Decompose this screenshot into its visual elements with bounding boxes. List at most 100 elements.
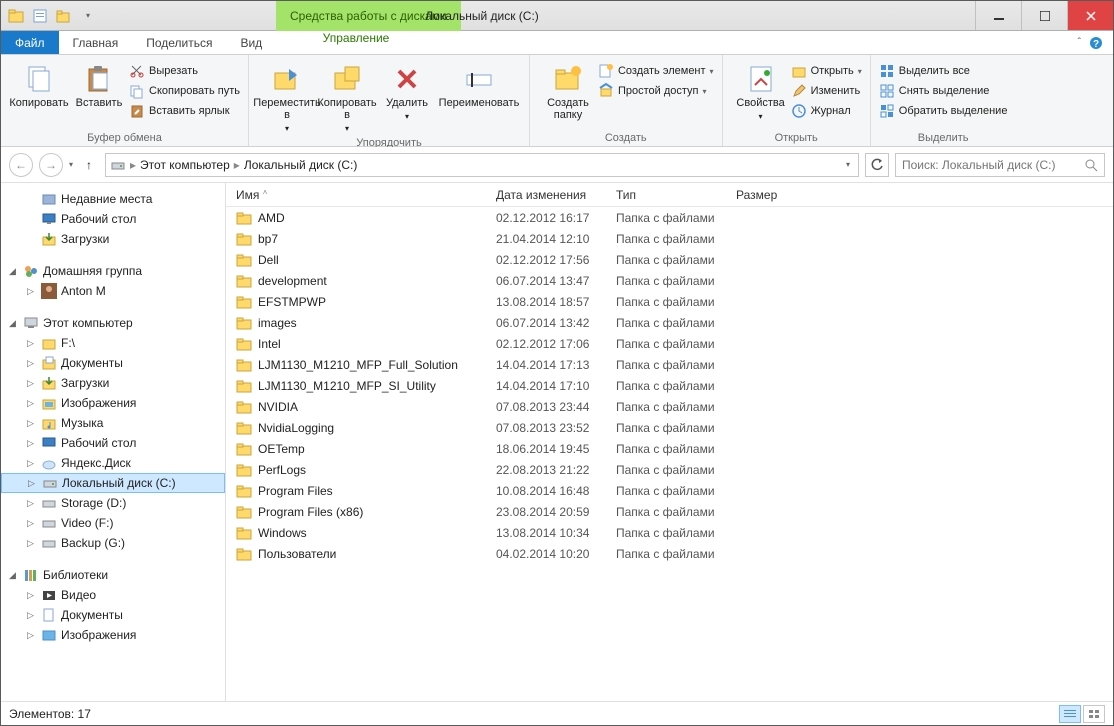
close-button[interactable] [1067,1,1113,30]
expander-icon[interactable]: ▷ [27,518,37,529]
breadcrumb-root[interactable]: Этот компьютер [140,158,230,172]
recent-locations-dropdown[interactable]: ▾ [69,160,73,169]
expander-icon[interactable]: ▷ [27,358,37,369]
back-button[interactable]: ← [9,153,33,177]
sidebar-item-drive-backup[interactable]: ▷Backup (G:) [1,533,225,553]
delete-button[interactable]: Удалить▾ [377,59,437,123]
qat-properties-icon[interactable] [31,7,49,25]
breadcrumb-current[interactable]: Локальный диск (C:) [244,158,358,172]
select-all-button[interactable]: Выделить все [879,63,1008,79]
edit-button[interactable]: Изменить [791,83,862,99]
select-none-button[interactable]: Снять выделение [879,83,1008,99]
expander-icon[interactable]: ▷ [27,398,37,409]
tab-manage[interactable]: Управление [276,31,436,45]
expander-icon[interactable]: ▷ [27,538,37,549]
sidebar-item-downloads[interactable]: Загрузки [1,229,225,249]
file-row[interactable]: images06.07.2014 13:42Папка с файлами [226,312,1113,333]
file-row[interactable]: NVIDIA07.08.2013 23:44Папка с файлами [226,396,1113,417]
sidebar-item-yandex[interactable]: ▷Яндекс.Диск [1,453,225,473]
expander-icon[interactable]: ▷ [27,458,37,469]
minimize-button[interactable] [975,1,1021,30]
qat-newfolder-icon[interactable] [55,7,73,25]
copy-to-button[interactable]: Копировать в▾ [317,59,377,135]
expander-icon[interactable]: ▷ [27,418,37,429]
file-row[interactable]: AMD02.12.2012 16:17Папка с файлами [226,207,1113,228]
easy-access-button[interactable]: Простой доступ ▾ [598,83,714,99]
breadcrumb-sep-icon[interactable]: ▸ [234,158,240,172]
sidebar-item-drive-f[interactable]: ▷F:\ [1,333,225,353]
help-icon[interactable]: ? [1089,36,1103,50]
file-row[interactable]: LJM1130_M1210_MFP_Full_Solution14.04.201… [226,354,1113,375]
sidebar-item-this-pc[interactable]: ◢Этот компьютер [1,313,225,333]
file-row[interactable]: Program Files (x86)23.08.2014 20:59Папка… [226,501,1113,522]
view-icons-button[interactable] [1083,705,1105,723]
sidebar-item-documents[interactable]: ▷Документы [1,353,225,373]
paste-button[interactable]: Вставить [69,59,129,109]
sidebar-item-recent[interactable]: Недавние места [1,189,225,209]
file-row[interactable]: PerfLogs22.08.2013 21:22Папка с файлами [226,459,1113,480]
column-date[interactable]: Дата изменения [486,188,606,202]
file-row[interactable]: Intel02.12.2012 17:06Папка с файлами [226,333,1113,354]
ribbon-expand-icon[interactable]: ˆ [1078,37,1081,48]
file-row[interactable]: Windows13.08.2014 10:34Папка с файлами [226,522,1113,543]
search-input[interactable] [902,158,1084,172]
move-to-button[interactable]: Переместить в▾ [257,59,317,135]
file-row[interactable]: bp721.04.2014 12:10Папка с файлами [226,228,1113,249]
refresh-button[interactable] [865,153,889,177]
search-box[interactable] [895,153,1105,177]
new-folder-button[interactable]: Создать папку [538,59,598,121]
up-button[interactable]: ↑ [79,158,99,172]
expander-icon[interactable]: ▷ [27,286,37,297]
sidebar-item-homegroup[interactable]: ◢Домашняя группа [1,261,225,281]
sidebar-item-desktop[interactable]: Рабочий стол [1,209,225,229]
sidebar-item-lib-pics[interactable]: ▷Изображения [1,625,225,645]
view-details-button[interactable] [1059,705,1081,723]
address-bar[interactable]: ▸ Этот компьютер ▸ Локальный диск (C:) ▾ [105,153,859,177]
sidebar-item-lib-docs[interactable]: ▷Документы [1,605,225,625]
sidebar-item-user[interactable]: ▷Anton M [1,281,225,301]
expander-icon[interactable]: ▷ [27,610,37,621]
sidebar-item-drive-c[interactable]: ▷Локальный диск (C:) [1,473,225,493]
expander-icon[interactable]: ▷ [28,478,38,489]
rename-button[interactable]: Переименовать [437,59,521,109]
qat-dropdown-icon[interactable]: ▾ [79,7,97,25]
forward-button[interactable]: → [39,153,63,177]
file-row[interactable]: development06.07.2014 13:47Папка с файла… [226,270,1113,291]
file-row[interactable]: OETemp18.06.2014 19:45Папка с файлами [226,438,1113,459]
sidebar-item-lib-video[interactable]: ▷Видео [1,585,225,605]
invert-selection-button[interactable]: Обратить выделение [879,103,1008,119]
sidebar-item-downloads2[interactable]: ▷Загрузки [1,373,225,393]
tab-home[interactable]: Главная [59,31,133,54]
file-row[interactable]: Dell02.12.2012 17:56Папка с файлами [226,249,1113,270]
file-row[interactable]: Пользователи04.02.2014 10:20Папка с файл… [226,543,1113,564]
expander-icon[interactable]: ▷ [27,498,37,509]
sidebar-item-pictures[interactable]: ▷Изображения [1,393,225,413]
file-row[interactable]: EFSTMPWP13.08.2014 18:57Папка с файлами [226,291,1113,312]
tab-view[interactable]: Вид [226,31,276,54]
column-size[interactable]: Размер [726,188,806,202]
tab-share[interactable]: Поделиться [132,31,226,54]
cut-button[interactable]: Вырезать [129,63,240,79]
copy-path-button[interactable]: Скопировать путь [129,83,240,99]
column-name[interactable]: Имя ˄ [226,188,486,202]
expander-icon[interactable]: ▷ [27,338,37,349]
properties-button[interactable]: Свойства▾ [731,59,791,123]
breadcrumb-sep-icon[interactable]: ▸ [130,158,136,172]
expander-icon[interactable]: ▷ [27,378,37,389]
file-row[interactable]: Program Files10.08.2014 16:48Папка с фай… [226,480,1113,501]
expander-icon[interactable]: ▷ [27,630,37,641]
maximize-button[interactable] [1021,1,1067,30]
sidebar-item-libraries[interactable]: ◢Библиотеки [1,565,225,585]
file-list[interactable]: AMD02.12.2012 16:17Папка с файламиbp721.… [226,207,1113,701]
navigation-pane[interactable]: Недавние места Рабочий стол Загрузки ◢До… [1,183,226,701]
address-dropdown-icon[interactable]: ▾ [842,160,854,169]
column-type[interactable]: Тип [606,188,726,202]
sidebar-item-music[interactable]: ▷Музыка [1,413,225,433]
open-button[interactable]: Открыть ▾ [791,63,862,79]
expander-icon[interactable]: ▷ [27,590,37,601]
tab-file[interactable]: Файл [1,31,59,54]
paste-shortcut-button[interactable]: Вставить ярлык [129,103,240,119]
copy-button[interactable]: Копировать [9,59,69,109]
history-button[interactable]: Журнал [791,103,862,119]
expander-icon[interactable]: ◢ [9,266,19,277]
